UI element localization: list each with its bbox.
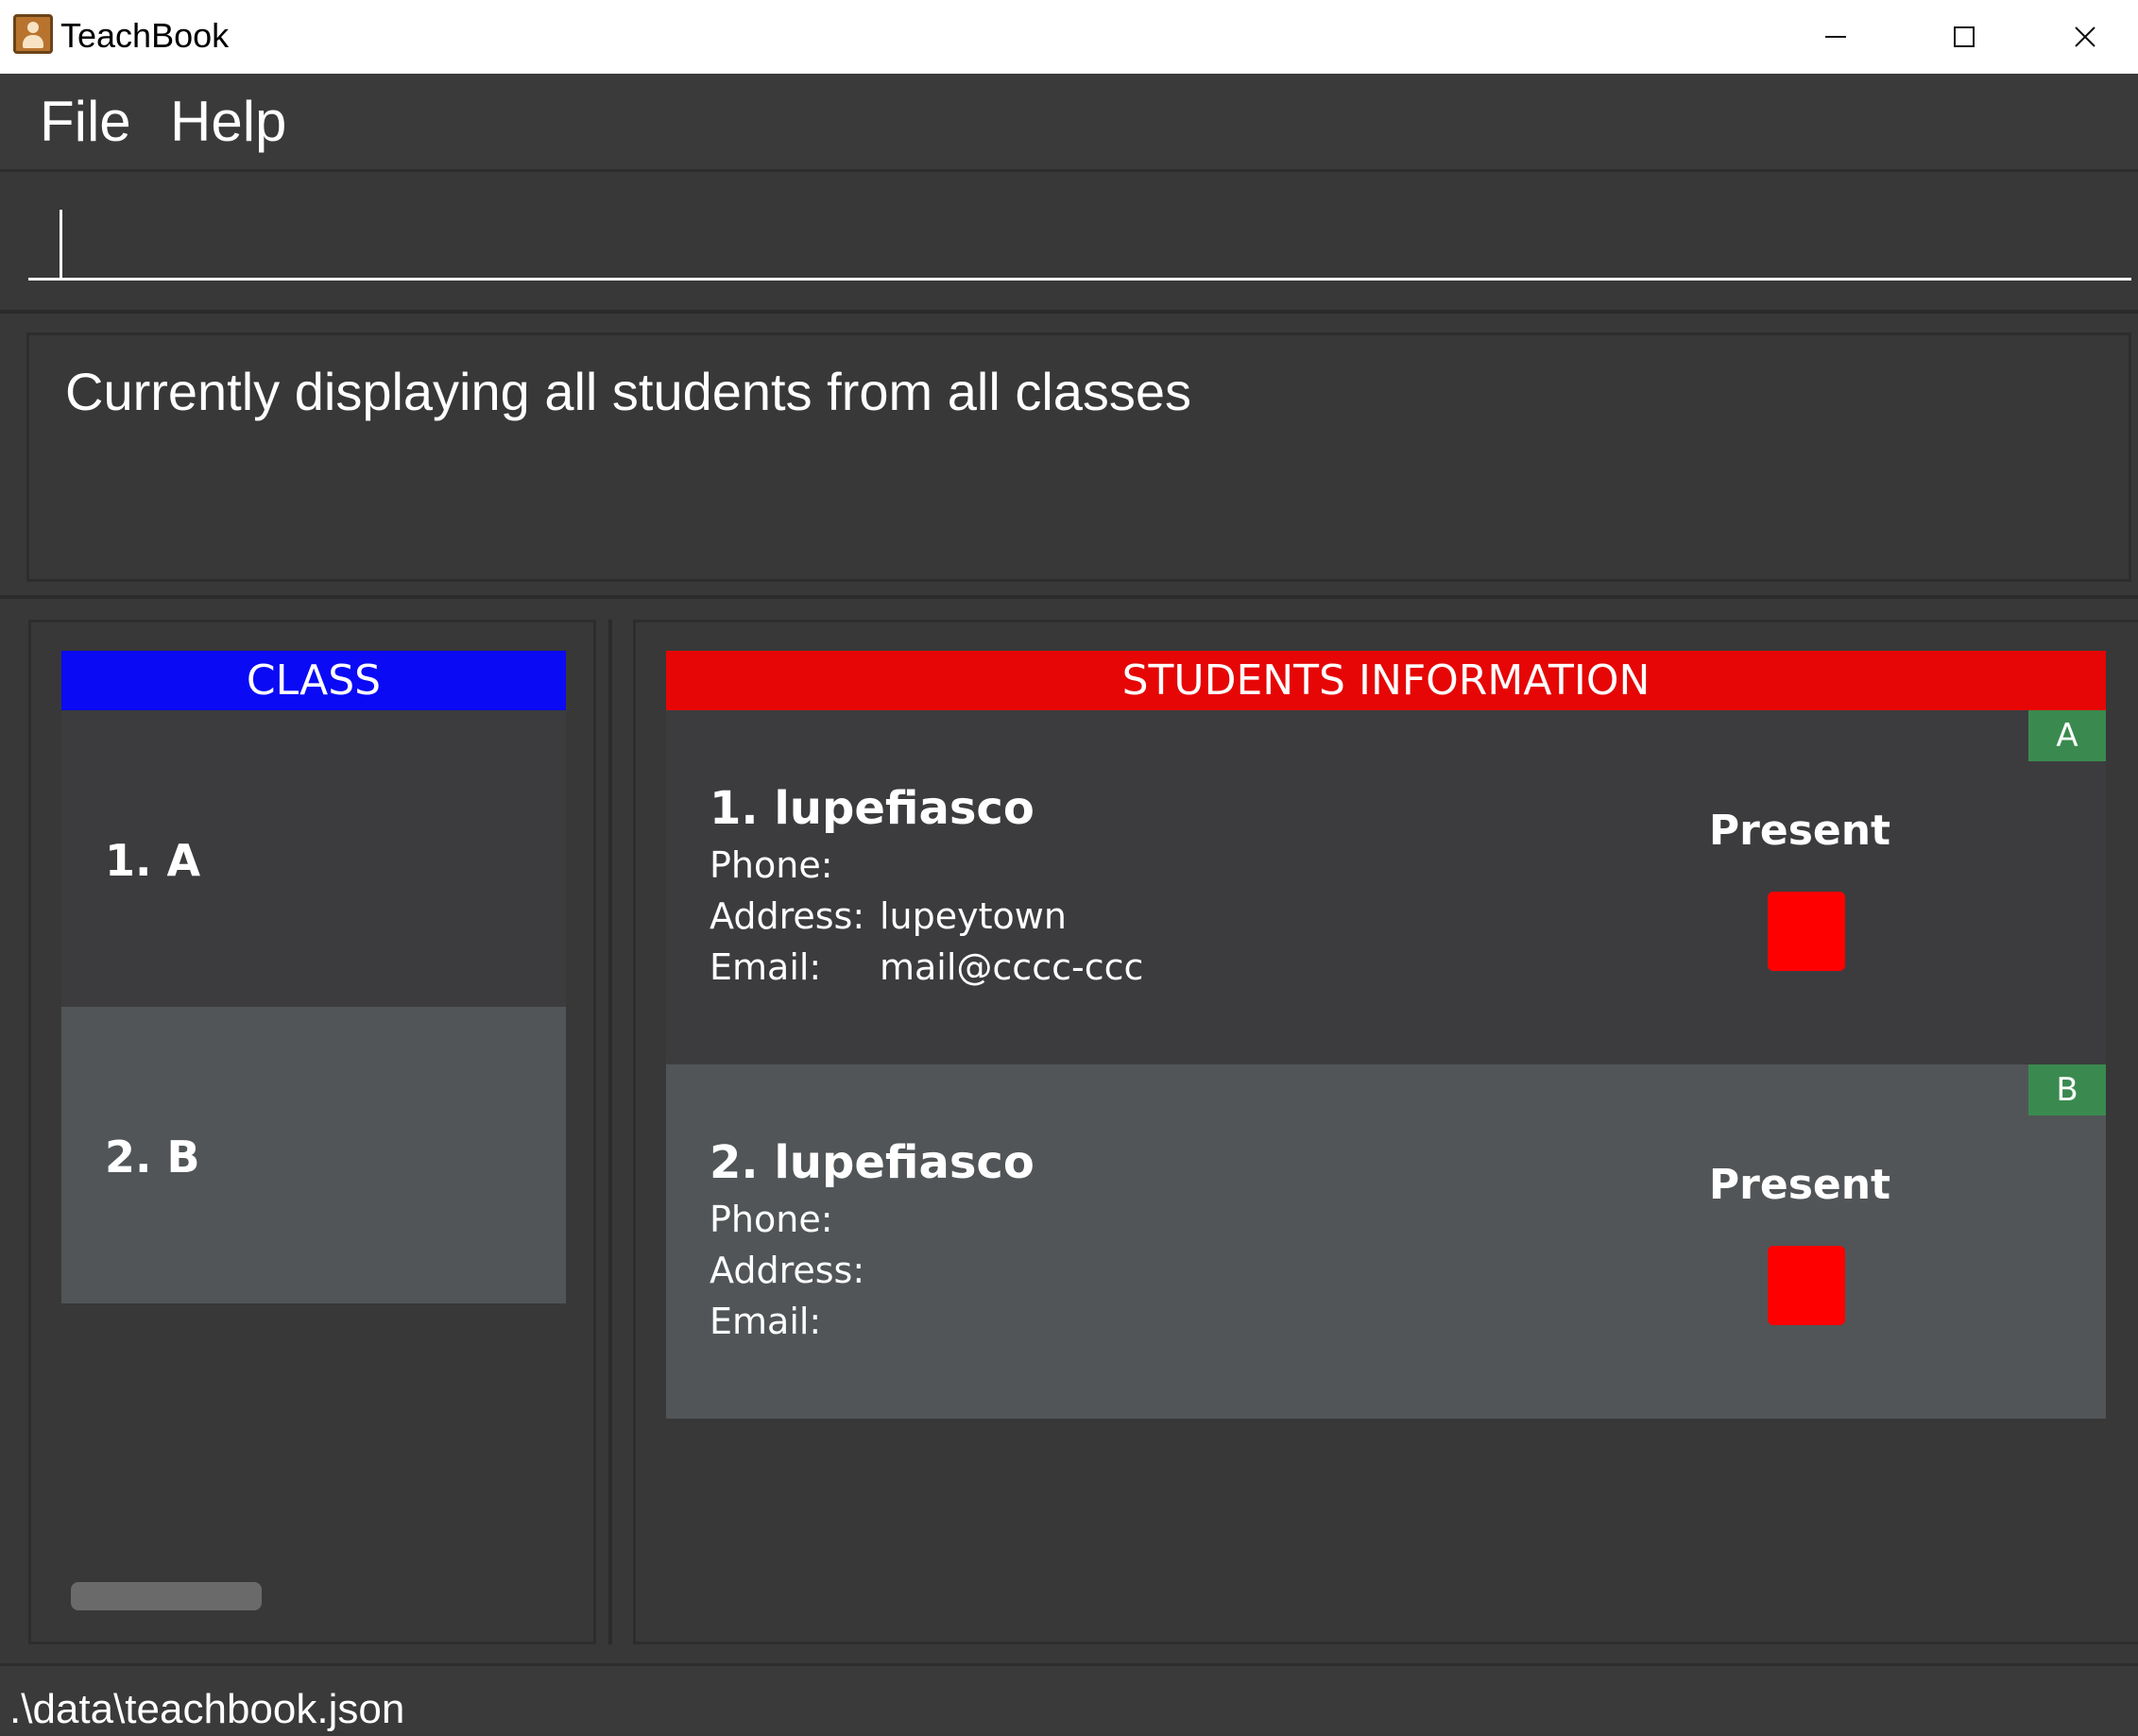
class-tag: B xyxy=(2028,1064,2106,1115)
class-header: CLASS xyxy=(61,651,566,710)
student-name: 1. lupefiasco xyxy=(710,782,1035,835)
phone-field: Phone: xyxy=(710,844,833,886)
email-field: Email: mail@cccc-ccc xyxy=(710,946,1143,988)
command-input[interactable] xyxy=(28,200,2131,281)
window-title: TeachBook xyxy=(60,16,230,55)
maximize-button[interactable] xyxy=(1900,0,2028,74)
result-display: Currently displaying all students from a… xyxy=(26,332,2131,582)
class-tag: A xyxy=(2028,710,2106,761)
attendance-label: Present xyxy=(1708,1161,1891,1209)
attendance-indicator[interactable] xyxy=(1768,892,1845,971)
menu-bar: File Help xyxy=(0,74,2138,172)
email-field: Email: xyxy=(710,1301,821,1342)
text-cursor xyxy=(60,210,62,280)
horizontal-divider xyxy=(0,595,2138,599)
address-label: Address: xyxy=(710,1250,865,1291)
command-box xyxy=(0,172,2138,314)
close-button[interactable] xyxy=(2031,0,2138,74)
address-value: lupeytown xyxy=(880,895,1067,937)
email-label: Email: xyxy=(710,946,822,988)
address-book-icon xyxy=(13,14,53,54)
phone-field: Phone: xyxy=(710,1199,833,1240)
attendance-indicator[interactable] xyxy=(1768,1246,1845,1325)
address-label: Address: xyxy=(710,895,865,937)
class-list-panel: CLASS 1. A 2. B xyxy=(28,620,596,1644)
menu-help[interactable]: Help xyxy=(170,91,286,153)
class-item-label: 1. A xyxy=(105,835,201,886)
save-file-path: .\data\teachbook.json xyxy=(9,1686,405,1732)
horizontal-scrollbar[interactable] xyxy=(71,1582,262,1610)
phone-label: Phone: xyxy=(710,844,833,886)
student-card[interactable]: A 1. lupefiasco Phone: Address: lupeytow… xyxy=(666,710,2106,1064)
menu-file[interactable]: File xyxy=(40,91,131,153)
vertical-divider[interactable] xyxy=(608,620,612,1644)
title-bar: TeachBook xyxy=(0,0,2138,74)
class-list-item-a[interactable]: 1. A xyxy=(61,710,566,1007)
phone-label: Phone: xyxy=(710,1199,833,1240)
minimize-button[interactable] xyxy=(1771,0,1900,74)
close-icon xyxy=(2074,26,2095,47)
attendance-label: Present xyxy=(1708,807,1891,855)
students-panel: STUDENTS INFORMATION A 1. lupefiasco Pho… xyxy=(633,620,2138,1644)
student-name: 2. lupefiasco xyxy=(710,1136,1035,1189)
student-card[interactable]: B 2. lupefiasco Phone: Address: Email: P… xyxy=(666,1064,2106,1419)
minimize-icon xyxy=(1825,36,1846,38)
class-list-item-b[interactable]: 2. B xyxy=(61,1007,566,1303)
address-field: Address: xyxy=(710,1250,864,1291)
result-message: Currently displaying all students from a… xyxy=(65,362,1192,421)
email-value: mail@cccc-ccc xyxy=(880,946,1144,988)
students-header: STUDENTS INFORMATION xyxy=(666,651,2106,710)
address-field: Address: lupeytown xyxy=(710,895,1067,937)
maximize-icon xyxy=(1954,26,1975,47)
email-label: Email: xyxy=(710,1301,822,1342)
status-bar: .\data\teachbook.json xyxy=(0,1663,2138,1732)
class-item-label: 2. B xyxy=(105,1132,200,1183)
